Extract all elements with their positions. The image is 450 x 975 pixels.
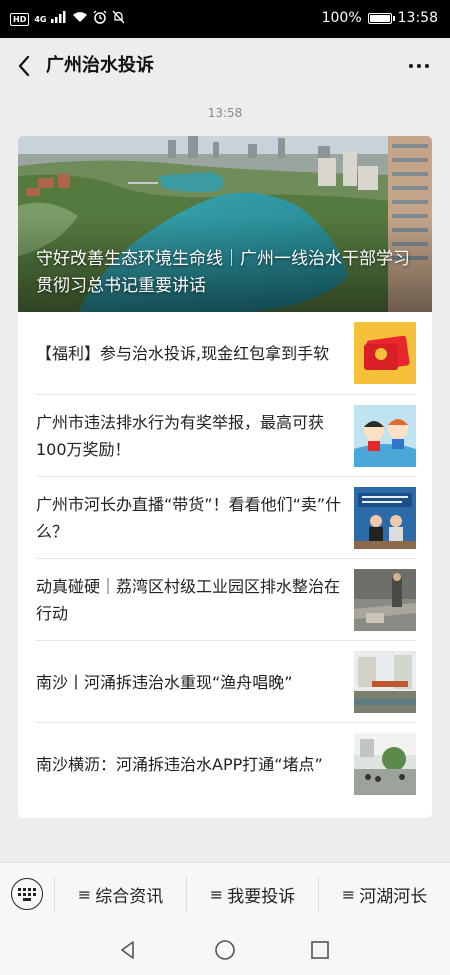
page-title: 广州治水投诉: [46, 55, 154, 76]
more-dot-icon: [409, 64, 413, 68]
square-recents-icon: [311, 941, 329, 959]
more-dot-icon: [425, 64, 429, 68]
clock: 13:58: [397, 10, 438, 26]
system-back-button[interactable]: [116, 938, 140, 962]
nav-bar: 广州治水投诉: [0, 38, 450, 94]
menu-item-label: 河湖河长: [359, 886, 428, 907]
article-title: 动真碰硬｜荔湾区村级工业园区排水整治在行动: [36, 577, 341, 623]
keyboard-icon: [18, 887, 36, 901]
menu-list-icon: ≡: [77, 884, 92, 904]
system-recents-button[interactable]: [308, 938, 332, 962]
article-item[interactable]: 南沙横沥：河涌拆违治水APP打通“堵点”: [36, 722, 416, 804]
article-card: 守好改善生态环境生命线｜广州一线治水干部学习贯彻习总书记重要讲话 【福利】参与治…: [18, 136, 432, 818]
article-item[interactable]: 动真碰硬｜荔湾区村级工业园区排水整治在行动: [36, 558, 416, 640]
menu-item-label: 我要投诉: [227, 886, 296, 907]
system-nav-bar: [0, 924, 450, 975]
signal-icon: [51, 11, 67, 27]
menu-item-label: 综合资讯: [95, 886, 164, 907]
status-bar: HD 4G 100% 13:58: [0, 0, 450, 38]
triangle-back-icon: [121, 941, 134, 959]
article-title: 广州市河长办直播“带货”！看看他们“卖”什么？: [36, 495, 342, 541]
status-icons-left: HD 4G: [10, 10, 125, 28]
battery-icon: [367, 12, 395, 24]
article-title: 【福利】参与治水投诉,现金红包拿到手软: [36, 343, 330, 363]
back-button[interactable]: [12, 52, 36, 80]
mute-icon: [112, 10, 125, 28]
system-home-button[interactable]: [213, 938, 237, 962]
network-type: 4G: [34, 14, 47, 24]
hero-article-title: 守好改善生态环境生命线｜广州一线治水干部学习贯彻习总书记重要讲话: [36, 249, 410, 296]
hd-badge: HD: [10, 12, 30, 26]
menu-item-river-chief[interactable]: ≡ 河湖河长: [319, 863, 450, 925]
article-item[interactable]: 广州市违法排水行为有奖举报，最高可获100万奖励！: [36, 394, 416, 476]
street-photo-icon: [354, 733, 416, 795]
article-item[interactable]: 南沙丨河涌拆违治水重现“渔舟唱晚”: [36, 640, 416, 722]
article-title: 南沙丨河涌拆违治水重现“渔舟唱晚”: [36, 672, 293, 692]
cartoon-illustration-icon: [354, 405, 416, 467]
keyboard-toggle-button[interactable]: [11, 878, 43, 910]
circle-home-icon: [215, 940, 235, 960]
message-timestamp: 13:58: [207, 106, 243, 120]
livestream-photo-icon: [354, 487, 416, 549]
chevron-left-icon: [18, 55, 30, 77]
bottom-menu: ≡ 综合资讯 ≡ 我要投诉 ≡ 河湖河长: [0, 862, 450, 924]
more-dot-icon: [417, 64, 421, 68]
menu-list-icon: ≡: [341, 884, 356, 904]
menu-list-icon: ≡: [209, 884, 224, 904]
article-title: 南沙横沥：河涌拆违治水APP打通“堵点”: [36, 754, 323, 774]
menu-item-complaint[interactable]: ≡ 我要投诉: [187, 863, 318, 925]
status-icons-right: 100% 13:58: [322, 10, 438, 26]
article-item[interactable]: 广州市河长办直播“带货”！看看他们“卖”什么？: [36, 476, 416, 558]
red-envelope-icon: [354, 322, 416, 384]
battery-fill: [369, 14, 390, 22]
hero-article[interactable]: 守好改善生态环境生命线｜广州一线治水干部学习贯彻习总书记重要讲话: [18, 136, 432, 312]
article-title: 广州市违法排水行为有奖举报，最高可获100万奖励！: [36, 413, 325, 459]
battery-percent: 100%: [321, 10, 362, 26]
wifi-icon: [72, 11, 88, 27]
article-item[interactable]: 【福利】参与治水投诉,现金红包拿到手软: [36, 312, 416, 394]
menu-item-news[interactable]: ≡ 综合资讯: [55, 863, 186, 925]
more-options-button[interactable]: [404, 52, 434, 80]
alarm-icon: [93, 10, 107, 28]
construction-photo-icon: [354, 569, 416, 631]
riverside-photo-icon: [354, 651, 416, 713]
